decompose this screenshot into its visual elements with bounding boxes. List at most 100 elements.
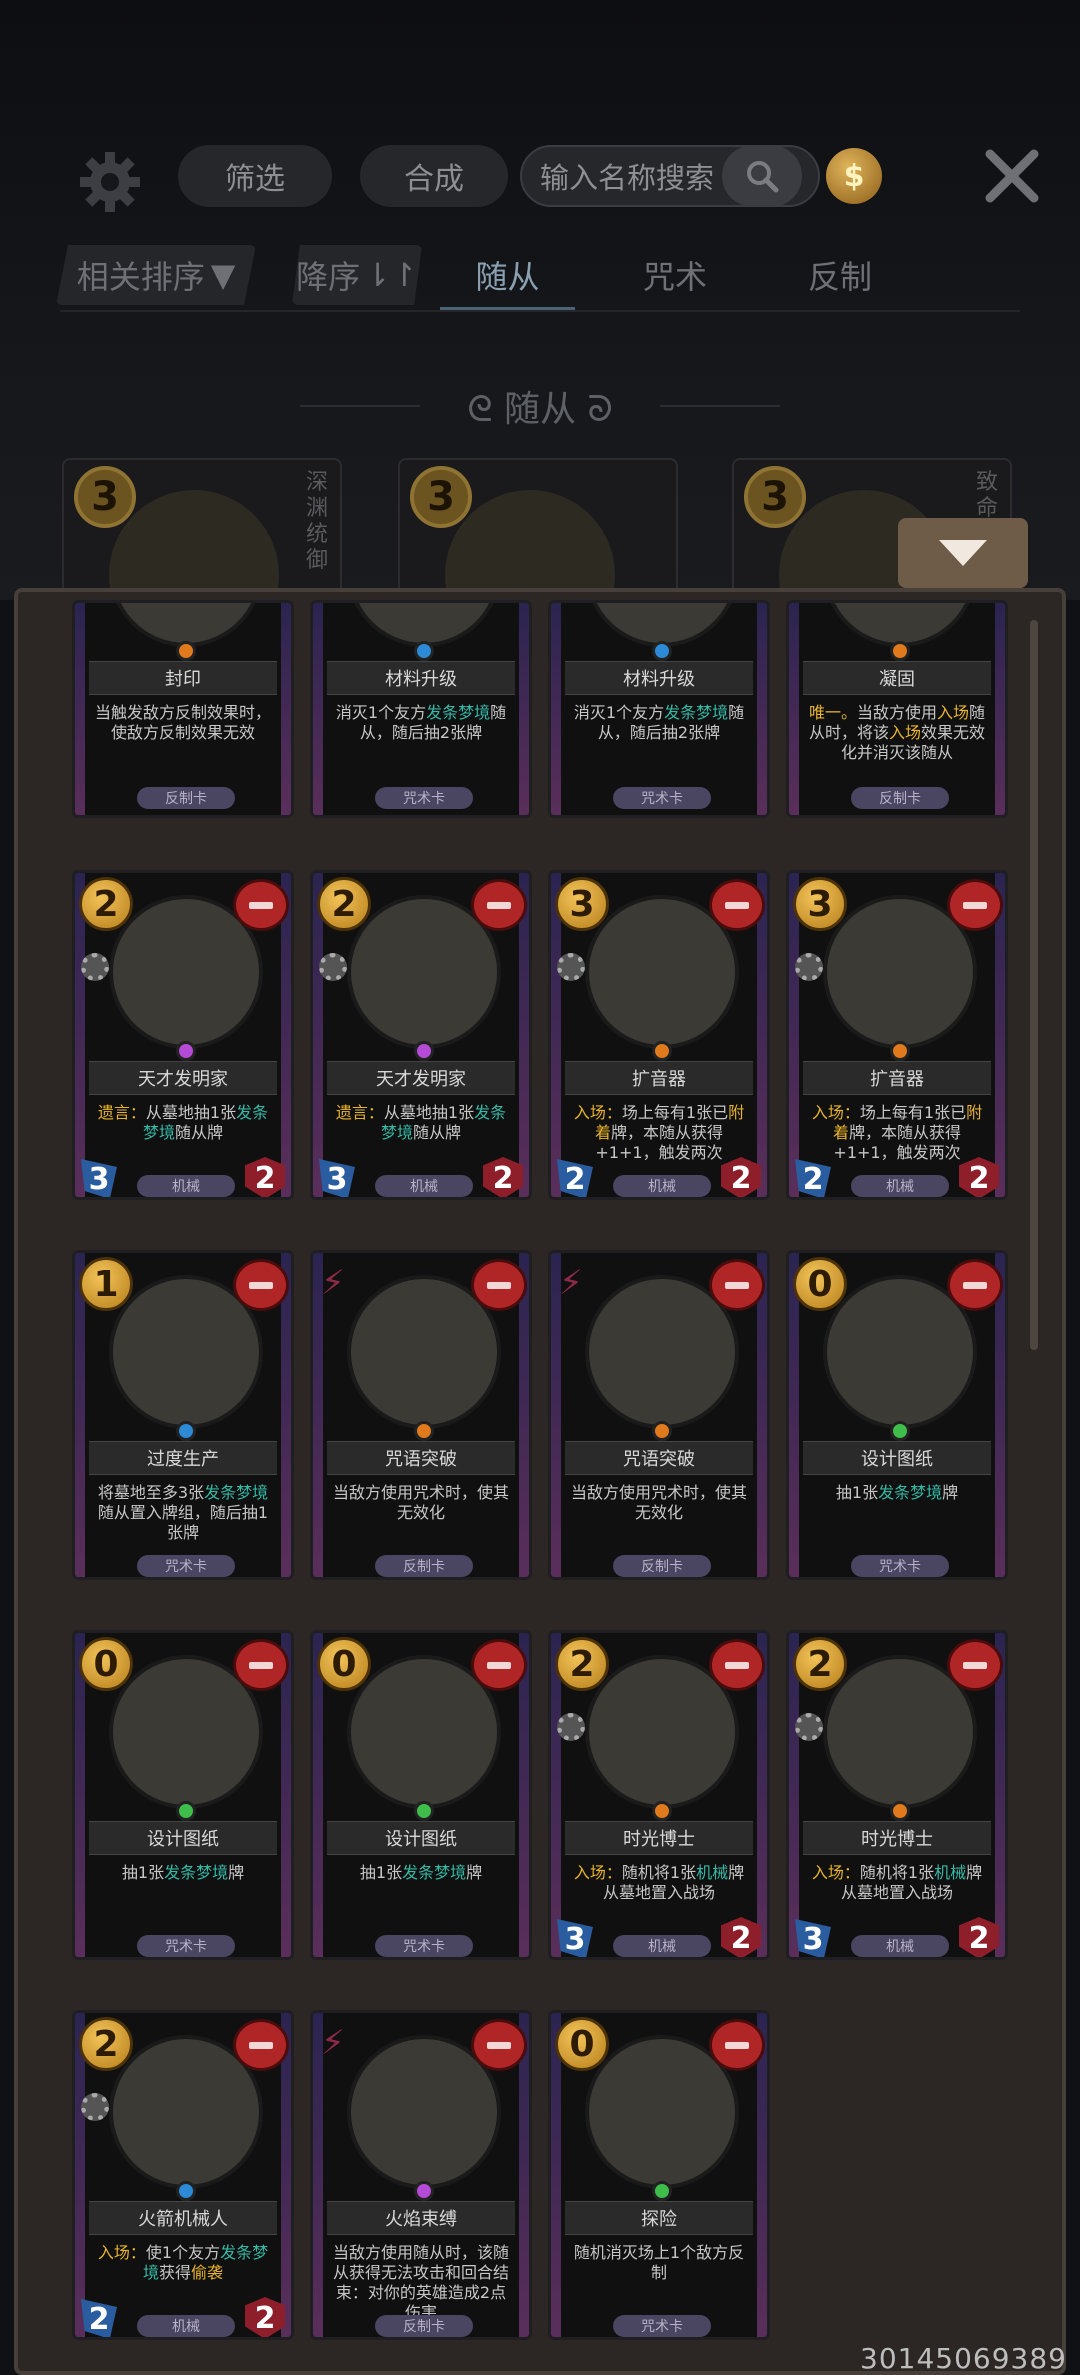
rarity-gem-icon	[414, 1421, 434, 1441]
remove-card-button[interactable]	[947, 879, 1003, 931]
health-stat: 2	[959, 1157, 999, 1197]
card-description-part: 抽1张	[121, 1863, 165, 1882]
card-description-part: 消灭1个友方	[573, 703, 665, 722]
scrollbar[interactable]	[1030, 620, 1038, 1350]
rarity-gem-icon	[414, 1801, 434, 1821]
remove-card-button[interactable]	[709, 1639, 765, 1691]
deck-card[interactable]: 封印 当触发敌方反制效果时，使敌方反制效果无效 反制卡	[72, 600, 294, 818]
deck-card[interactable]: 1 过度生产 将墓地至多3张发条梦境随从置入牌组，随后抽1张牌 咒术卡	[72, 1250, 294, 1580]
card-description-part: 发条梦境	[878, 1483, 943, 1502]
rarity-gem-icon	[652, 641, 672, 661]
deck-card[interactable]: 3 扩音器 入场：场上每有1张已附着牌，本随从获得+1+1，触发两次 机械 2 2	[786, 870, 1008, 1200]
chevron-down-icon: ▼	[210, 256, 236, 294]
deck-card[interactable]: 0 探险 随机消灭场上1个敌方反制 咒术卡	[548, 2010, 770, 2340]
tab-counters[interactable]: 反制	[775, 245, 905, 305]
order-toggle[interactable]: 降序 ⇂↾	[292, 245, 422, 305]
tab-spells[interactable]: 咒术	[610, 245, 740, 305]
rarity-gem-icon	[652, 1041, 672, 1061]
deck-card[interactable]: ⚡ 火焰束缚 当敌方使用随从时，该随从获得无法攻击和回合结束：对你的英雄造成2点伤害…	[310, 2010, 532, 2340]
collection-card[interactable]: 3	[398, 458, 678, 598]
close-icon[interactable]	[982, 146, 1042, 206]
card-description-part: 随从置入牌组，随后抽1张牌	[97, 1503, 269, 1542]
card-description-part: 发条梦境	[204, 1483, 269, 1502]
divider	[660, 405, 780, 407]
remove-card-button[interactable]	[709, 2019, 765, 2071]
remove-card-button[interactable]	[471, 2019, 527, 2071]
craft-button[interactable]: 合成	[360, 145, 508, 207]
deck-card[interactable]: 材料升级 消灭1个友方发条梦境随从，随后抽2张牌 咒术卡	[310, 600, 532, 818]
rarity-gem-icon	[176, 2181, 196, 2201]
card-frame	[789, 873, 799, 1197]
card-frame	[789, 1253, 799, 1577]
mech-cog-icon	[557, 1713, 585, 1741]
card-description-part: 随从牌	[175, 1123, 224, 1142]
card-name: 设计图纸	[89, 1821, 277, 1855]
card-type-badge: 反制卡	[137, 787, 235, 809]
card-frame	[551, 1633, 561, 1957]
remove-card-button[interactable]	[233, 2019, 289, 2071]
card-name: 天才发明家	[89, 1061, 277, 1095]
deck-card[interactable]: 2 天才发明家 遗言：从墓地抽1张发条梦境随从牌 机械 3 2	[310, 870, 532, 1200]
deck-card[interactable]: 2 火箭机械人 入场：使1个友方发条梦境获得偷袭 机械 2 2	[72, 2010, 294, 2340]
remove-card-button[interactable]	[709, 1259, 765, 1311]
sort-dropdown[interactable]: 相关排序 ▼	[56, 245, 256, 305]
collection-card[interactable]: 3 深渊统御	[62, 458, 342, 598]
card-frame	[75, 1253, 85, 1577]
deck-card[interactable]: 2 天才发明家 遗言：从墓地抽1张发条梦境随从牌 机械 3 2	[72, 870, 294, 1200]
card-name: 材料升级	[327, 661, 515, 695]
search-button[interactable]	[722, 145, 802, 207]
currency-icon[interactable]: $	[826, 148, 882, 204]
deck-card[interactable]: 0 设计图纸 抽1张发条梦境牌 咒术卡	[72, 1630, 294, 1960]
health-stat: 2	[959, 1917, 999, 1957]
deck-card[interactable]: ⚡ 咒语突破 当敌方使用咒术时，使其无效化 反制卡	[310, 1250, 532, 1580]
mech-cog-icon	[795, 953, 823, 981]
card-frame	[757, 603, 767, 815]
gear-icon[interactable]	[78, 150, 142, 214]
remove-card-button[interactable]	[947, 1639, 1003, 1691]
rarity-gem-icon	[652, 1801, 672, 1821]
deck-card[interactable]: 2 时光博士 入场：随机将1张机械牌从墓地置入战场 机械 3 2	[786, 1630, 1008, 1960]
tab-bar: 相关排序 ▼ 降序 ⇂↾ 随从 咒术 反制	[0, 245, 1080, 311]
divider	[60, 310, 1020, 312]
card-description-part: 发条梦境	[402, 1863, 467, 1882]
remove-card-button[interactable]	[233, 879, 289, 931]
card-name: 封印	[89, 661, 277, 695]
card-description-part: 唯一。	[808, 703, 857, 722]
card-type-badge: 咒术卡	[613, 787, 711, 809]
remove-card-button[interactable]	[471, 879, 527, 931]
card-frame	[551, 603, 561, 815]
deck-card[interactable]: 材料升级 消灭1个友方发条梦境随从，随后抽2张牌 咒术卡	[548, 600, 770, 818]
deck-card[interactable]: 凝固 唯一。当敌方使用入场随从时，将该入场效果无效化并消灭该随从 反制卡	[786, 600, 1008, 818]
collapse-panel-button[interactable]	[898, 518, 1028, 588]
remove-card-button[interactable]	[233, 1639, 289, 1691]
remove-card-button[interactable]	[233, 1259, 289, 1311]
remove-card-button[interactable]	[471, 1639, 527, 1691]
order-label: 降序	[296, 258, 361, 296]
deck-card[interactable]: 3 扩音器 入场：场上每有1张已附着牌，本随从获得+1+1，触发两次 机械 2 2	[548, 870, 770, 1200]
mech-cog-icon	[795, 1713, 823, 1741]
card-description: 随机消灭场上1个敌方反制	[573, 2243, 745, 2282]
remove-card-button[interactable]	[709, 879, 765, 931]
rarity-gem-icon	[176, 641, 196, 661]
remove-card-button[interactable]	[471, 1259, 527, 1311]
card-description-part: 发条梦境	[664, 703, 729, 722]
card-cost: 2	[793, 1637, 847, 1691]
rarity-gem-icon	[890, 1421, 910, 1441]
counter-card-icon: ⚡	[321, 2023, 345, 2063]
deck-card[interactable]: ⚡ 咒语突破 当敌方使用咒术时，使其无效化 反制卡	[548, 1250, 770, 1580]
tab-minions[interactable]: 随从	[440, 245, 575, 305]
card-name: 过度生产	[89, 1441, 277, 1475]
health-stat: 2	[721, 1917, 761, 1957]
deck-card[interactable]: 0 设计图纸 抽1张发条梦境牌 咒术卡	[310, 1630, 532, 1960]
remove-card-button[interactable]	[947, 1259, 1003, 1311]
card-type-badge: 咒术卡	[137, 1555, 235, 1577]
deck-card[interactable]: 2 时光博士 入场：随机将1张机械牌从墓地置入战场 机械 3 2	[548, 1630, 770, 1960]
filter-button[interactable]: 筛选	[178, 145, 332, 207]
card-type-badge: 咒术卡	[375, 1935, 473, 1957]
mech-cog-icon	[319, 953, 347, 981]
card-side-tag: 深渊统御	[306, 470, 329, 573]
deck-card[interactable]: 0 设计图纸 抽1张发条梦境牌 咒术卡	[786, 1250, 1008, 1580]
card-frame	[313, 603, 323, 815]
card-description-part: 场上每有1张已	[859, 1103, 967, 1122]
rarity-gem-icon	[652, 2181, 672, 2201]
